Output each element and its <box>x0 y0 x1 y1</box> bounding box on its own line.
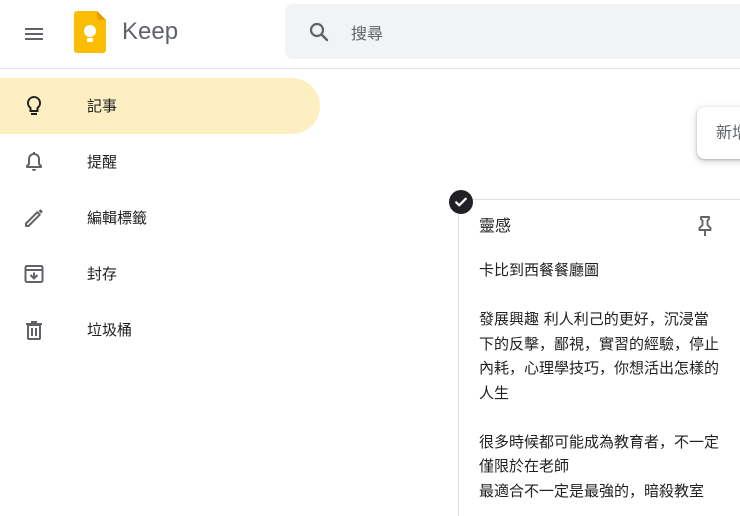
sidebar-item-label: 記事 <box>87 97 118 115</box>
note-card[interactable]: 靈感 卡比到西餐餐廳圖 發展興趣 利人利己的更好，沉浸當下的反擊，鄙視，實習的經… <box>458 199 740 516</box>
take-note-placeholder: 新增記事... <box>716 123 740 142</box>
pin-icon <box>698 216 712 236</box>
top-bar: Keep <box>0 0 740 69</box>
keep-logo-icon[interactable] <box>74 11 106 53</box>
note-paragraph: 卡比到西餐餐廳圖 <box>479 261 600 279</box>
bell-icon <box>22 150 46 174</box>
search-input[interactable] <box>349 17 733 49</box>
note-paragraph: 很多時候都可能成為教育者，不一定僅限於在老師 最適合不一定是最強的，暗殺教室 <box>479 432 720 500</box>
pin-button[interactable] <box>689 210 721 242</box>
sidebar-item-trash[interactable]: 垃圾桶 <box>0 302 320 358</box>
search-bar <box>285 4 740 59</box>
lightbulb-icon <box>22 94 46 118</box>
sidebar-item-reminders[interactable]: 提醒 <box>0 134 320 190</box>
sidebar-nav: 記事 提醒 編輯標籤 封存 垃圾桶 <box>0 78 320 358</box>
main-menu-button[interactable] <box>10 10 58 58</box>
sidebar-item-label: 垃圾桶 <box>87 321 133 339</box>
sidebar-item-edit-labels[interactable]: 編輯標籤 <box>0 190 320 246</box>
search-icon <box>309 22 329 42</box>
pencil-icon <box>22 206 46 230</box>
take-note-box[interactable]: 新增記事... <box>697 107 740 159</box>
trash-icon <box>22 318 46 342</box>
sidebar-item-label: 編輯標籤 <box>87 209 148 227</box>
hamburger-menu-icon <box>25 28 43 40</box>
note-select-checkbox[interactable] <box>449 190 473 214</box>
note-paragraph: 發展興趣 利人利己的更好，沉浸當下的反擊，鄙視，實習的經驗，停止內耗，心理學技巧… <box>479 310 720 402</box>
note-body: 卡比到西餐餐廳圖 發展興趣 利人利己的更好，沉浸當下的反擊，鄙視，實習的經驗，停… <box>479 258 719 503</box>
sidebar-item-notes[interactable]: 記事 <box>0 78 320 134</box>
sidebar-item-label: 提醒 <box>87 153 118 171</box>
sidebar-item-label: 封存 <box>87 265 118 283</box>
sidebar-item-archive[interactable]: 封存 <box>0 246 320 302</box>
search-button[interactable] <box>297 10 341 54</box>
keep-app: Keep 記事 <box>0 0 740 516</box>
check-icon <box>455 197 467 207</box>
note-title: 靈感 <box>479 216 512 235</box>
archive-icon <box>22 262 46 286</box>
app-title[interactable]: Keep <box>122 17 178 47</box>
